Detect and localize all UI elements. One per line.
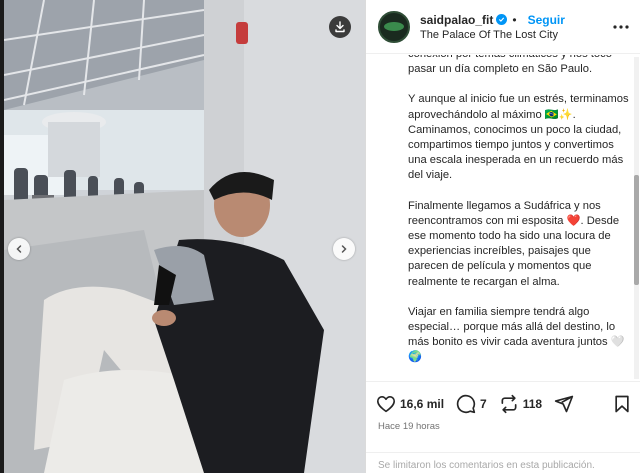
user-block: saidpalao_fit • Seguir The Palace Of The… (420, 13, 604, 41)
post-media[interactable] (4, 0, 365, 473)
share-button[interactable] (554, 394, 574, 414)
username-row: saidpalao_fit • Seguir (420, 13, 604, 27)
separator-dot: • (512, 12, 517, 27)
repost-button[interactable]: 118 (499, 394, 554, 414)
heart-icon (377, 395, 395, 412)
bookmark-icon (615, 395, 629, 412)
likes-count[interactable]: 16,6 mil (400, 397, 444, 411)
like-button[interactable]: 16,6 mil (376, 395, 456, 413)
verified-badge-icon (496, 14, 508, 25)
chevron-right-icon (341, 245, 347, 253)
caption-text: conexión por temas climáticos y nos tocó… (408, 55, 630, 380)
post-timestamp[interactable]: Hace 19 horas (378, 421, 440, 432)
caption-paragraph: Y aunque al inicio fue un estrés, termin… (408, 93, 629, 182)
reposts-count[interactable]: 118 (523, 397, 542, 411)
comment-icon (456, 394, 476, 413)
chevron-left-icon (16, 245, 22, 253)
previous-media-button[interactable] (8, 238, 30, 260)
username-link[interactable]: saidpalao_fit (420, 13, 493, 27)
follow-button[interactable]: Seguir (528, 13, 565, 27)
avatar[interactable] (378, 10, 410, 43)
caption-paragraph: Finalmente llegamos a Sudáfrica y nos re… (408, 199, 620, 288)
comment-button[interactable]: 7 (456, 394, 499, 414)
send-icon (554, 395, 574, 412)
download-icon (335, 21, 345, 33)
next-media-button[interactable] (333, 238, 355, 260)
comments-count[interactable]: 7 (480, 397, 487, 411)
post-side-panel: saidpalao_fit • Seguir The Palace Of The… (365, 0, 640, 473)
caption-paragraph: conexión por temas climáticos y nos tocó… (408, 55, 612, 76)
scrollbar-thumb[interactable] (634, 175, 639, 285)
action-bar: 16,6 mil 7 118 (366, 381, 640, 425)
repost-icon (501, 394, 517, 413)
download-button[interactable] (329, 16, 351, 38)
airport-photo (4, 0, 365, 473)
post-header: saidpalao_fit • Seguir The Palace Of The… (366, 0, 640, 54)
comments-limited-notice: Se limitaron los comentarios en esta pub… (366, 452, 640, 473)
caption-scroll-area[interactable]: conexión por temas climáticos y nos tocó… (366, 55, 640, 380)
more-options-icon[interactable] (612, 18, 630, 36)
location-link[interactable]: The Palace Of The Lost City (420, 29, 604, 41)
save-button[interactable] (613, 394, 631, 414)
caption-paragraph: Viajar en familia siempre tendrá algo es… (408, 305, 625, 364)
